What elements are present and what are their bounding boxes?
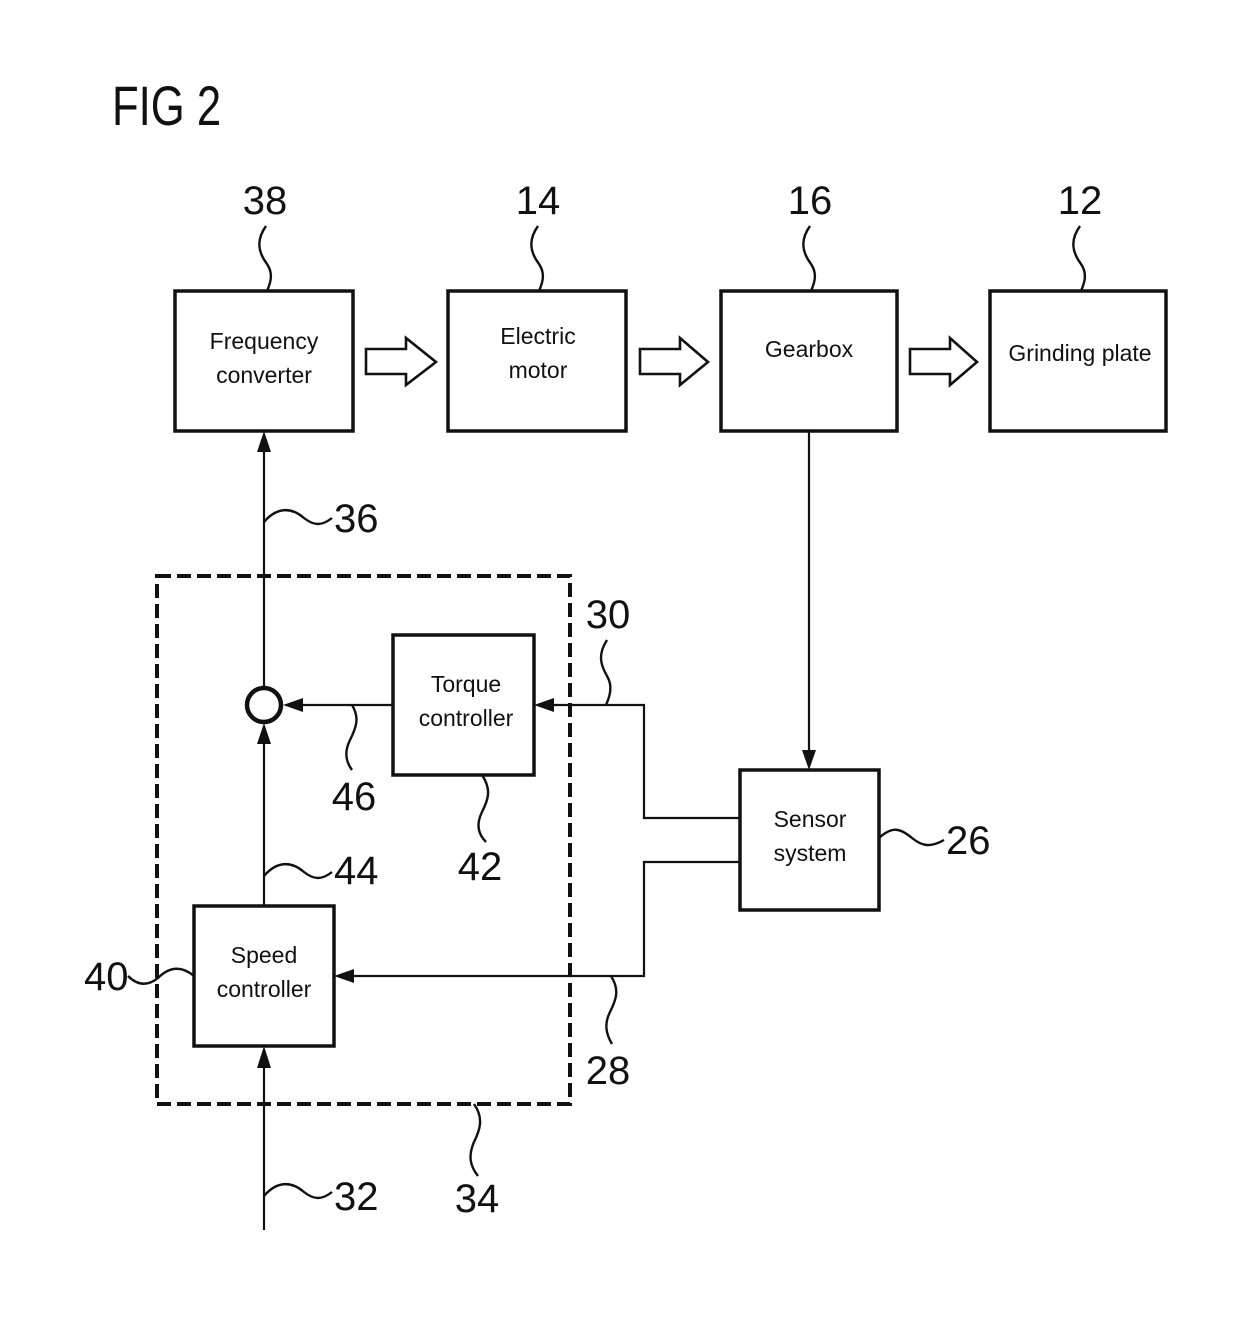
ref-42: 42 bbox=[458, 845, 503, 889]
ref-28: 28 bbox=[586, 1049, 631, 1093]
leader-14 bbox=[530, 225, 545, 292]
leader-38 bbox=[258, 225, 273, 292]
grinding-plate-label: Grinding plate bbox=[1008, 340, 1151, 366]
figure-title: FIG 2 bbox=[112, 75, 221, 137]
line-sensor-to-torque-controller bbox=[552, 703, 740, 820]
electric-motor-label-line2: motor bbox=[509, 357, 568, 383]
arrowhead-into-converter bbox=[257, 431, 271, 452]
ref-12: 12 bbox=[1058, 179, 1103, 223]
leader-12 bbox=[1072, 225, 1087, 292]
arrowhead-into-torque-controller bbox=[534, 698, 554, 712]
ref-34: 34 bbox=[455, 1177, 500, 1221]
summing-point bbox=[244, 685, 284, 725]
sensor-system-label-line1: Sensor bbox=[774, 806, 847, 832]
leader-40 bbox=[127, 967, 195, 985]
block-speed-controller: Speed controller 40 bbox=[84, 904, 336, 1048]
leader-42 bbox=[477, 774, 490, 843]
ref-40: 40 bbox=[84, 955, 129, 999]
block-diagram: FIG 2 Frequency converter 38 Electric mo… bbox=[84, 75, 1168, 1230]
line-sensor-to-speed-controller bbox=[352, 860, 740, 978]
ref-38: 38 bbox=[243, 179, 288, 223]
block-grinding-plate: Grinding plate 12 bbox=[988, 179, 1168, 433]
flow-arrow-gearbox-to-plate bbox=[908, 335, 979, 388]
block-frequency-converter: Frequency converter 38 bbox=[173, 179, 355, 433]
frequency-converter-label-line2: converter bbox=[216, 362, 312, 388]
leader-34 bbox=[469, 1103, 482, 1177]
leader-32 bbox=[263, 1183, 333, 1200]
gearbox-label: Gearbox bbox=[765, 336, 854, 362]
ref-36: 36 bbox=[334, 497, 379, 541]
leader-46 bbox=[345, 704, 358, 771]
ref-30: 30 bbox=[586, 593, 631, 637]
leader-30 bbox=[599, 639, 612, 706]
ref-32: 32 bbox=[334, 1175, 379, 1219]
arrowhead-into-summing-right bbox=[283, 698, 303, 712]
ref-26: 26 bbox=[946, 819, 991, 863]
frequency-converter-box bbox=[173, 289, 355, 433]
arrowhead-into-sensor bbox=[802, 750, 816, 770]
arrowhead-into-summing-bottom bbox=[257, 723, 271, 744]
leader-26 bbox=[878, 828, 945, 847]
block-gearbox: Gearbox 16 bbox=[719, 179, 899, 433]
electric-motor-label-line1: Electric bbox=[500, 323, 575, 349]
frequency-converter-label-line1: Frequency bbox=[210, 328, 319, 354]
block-sensor-system: Sensor system 26 bbox=[738, 768, 991, 912]
block-electric-motor: Electric motor 14 bbox=[446, 179, 628, 433]
leader-44 bbox=[263, 863, 333, 880]
torque-controller-label-line2: controller bbox=[419, 705, 514, 731]
arrowhead-into-speed-controller bbox=[334, 969, 354, 983]
ref-44: 44 bbox=[334, 849, 379, 893]
ref-46: 46 bbox=[332, 775, 377, 819]
ref-16: 16 bbox=[788, 179, 833, 223]
ref-14: 14 bbox=[516, 179, 561, 223]
speed-controller-label-line2: controller bbox=[217, 976, 312, 1002]
torque-controller-label-line1: Torque bbox=[431, 671, 501, 697]
speed-controller-label-line1: Speed bbox=[231, 942, 298, 968]
leader-16 bbox=[802, 225, 817, 292]
leader-28 bbox=[605, 975, 618, 1045]
arrowhead-into-speed-controller-bottom bbox=[257, 1046, 271, 1068]
flow-arrow-converter-to-motor bbox=[364, 335, 439, 388]
block-torque-controller: Torque controller 42 bbox=[391, 633, 536, 889]
leader-36 bbox=[263, 509, 333, 526]
flow-arrow-motor-to-gearbox bbox=[638, 335, 711, 388]
sensor-system-label-line2: system bbox=[774, 840, 847, 866]
